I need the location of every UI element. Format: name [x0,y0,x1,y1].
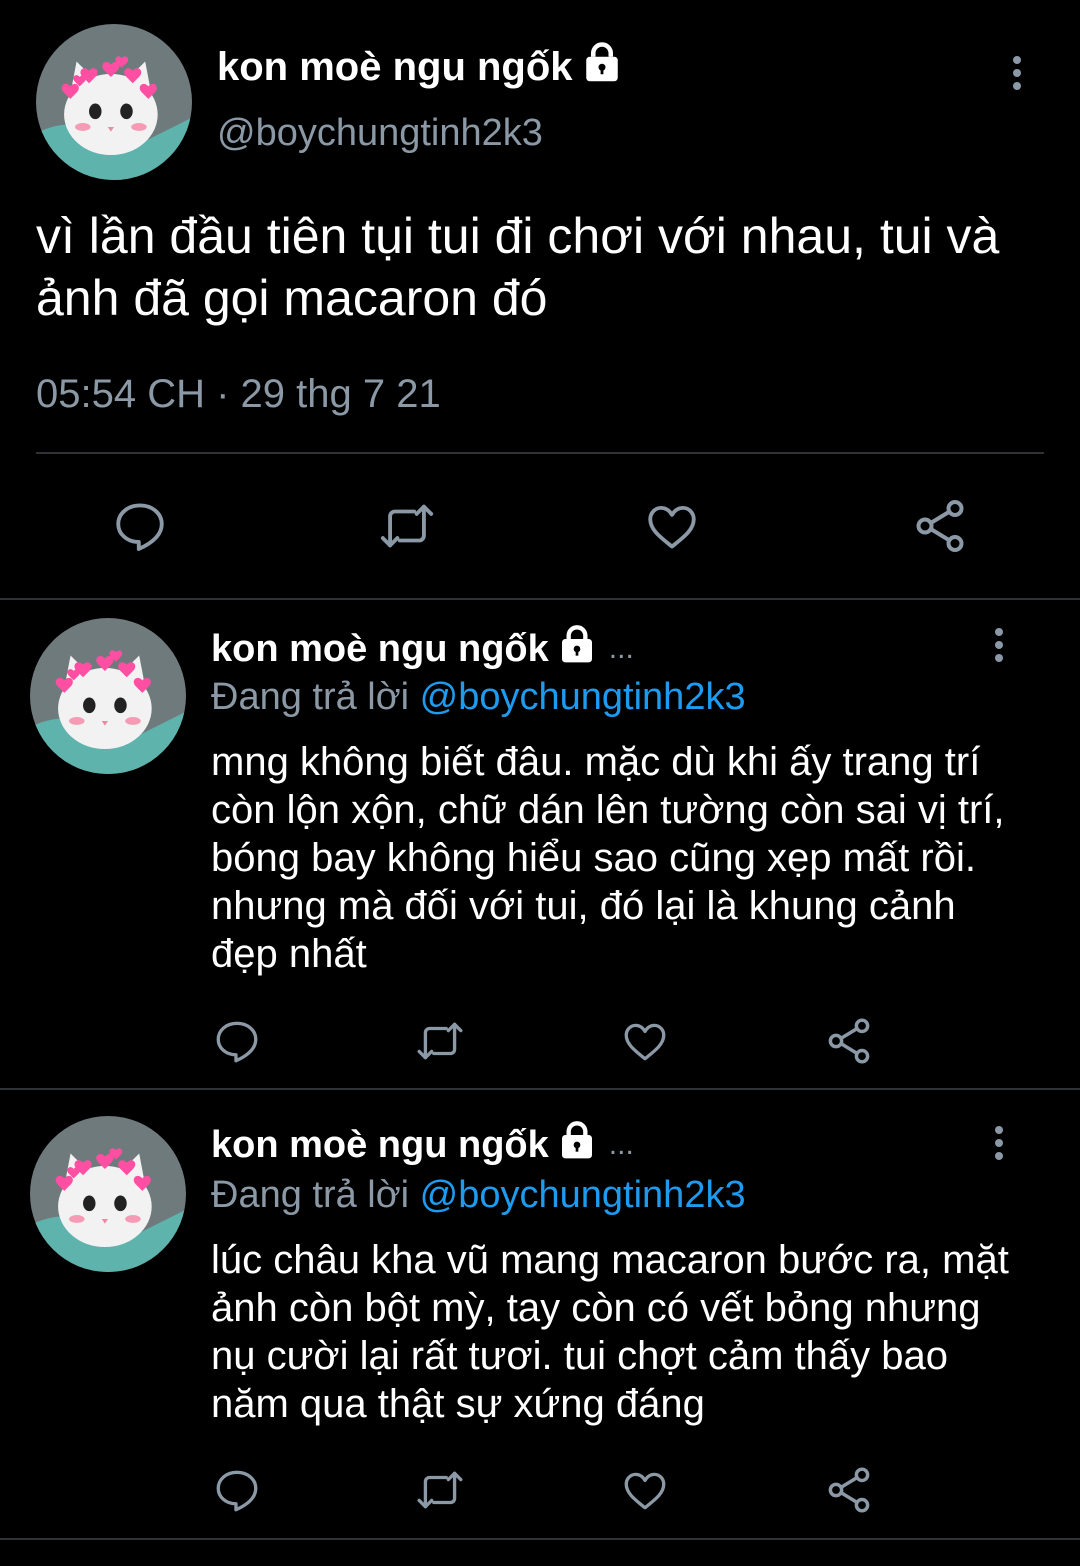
divider [0,598,1080,600]
lock-icon [557,1120,597,1170]
reply-icon [216,1021,258,1063]
retweet-icon [417,1471,463,1509]
share-button[interactable] [822,1014,876,1068]
user-handle[interactable]: @boychungtinh2k3 [217,112,543,155]
share-icon [828,1467,870,1513]
retweet-icon [380,504,434,548]
retweet-icon [417,1022,463,1060]
retweet-button[interactable] [410,1014,470,1068]
avatar[interactable] [36,24,192,180]
reply-text: mng không biết đâu. mặc dù khi ấy trang … [211,740,1005,976]
more-options-icon[interactable] [994,1126,1004,1160]
reply-button[interactable] [210,1463,264,1517]
divider [0,1538,1080,1540]
like-icon [648,505,696,549]
cat-avatar-image [36,24,192,180]
replying-prefix: Đang trả lời [211,1174,410,1216]
like-icon [624,1472,666,1510]
like-icon [624,1023,666,1061]
retweet-button[interactable] [372,494,442,558]
avatar[interactable] [30,1116,186,1272]
retweet-button[interactable] [410,1463,470,1517]
more-options-icon[interactable] [994,628,1004,662]
divider [0,1088,1080,1090]
reply-text: lúc châu kha vũ mang macaron bước ra, mặ… [211,1238,1009,1426]
avatar[interactable] [30,618,186,774]
mention-link[interactable]: @boychungtinh2k3 [420,676,746,718]
share-icon [916,500,964,552]
like-button[interactable] [618,1463,672,1517]
display-name[interactable]: kon moè ngu ngốk ... [211,1120,634,1170]
share-icon [828,1018,870,1064]
reply-button[interactable] [210,1014,264,1068]
reply-button[interactable] [108,494,172,558]
divider [36,452,1044,454]
display-name[interactable]: kon moè ngu ngốk [217,41,623,93]
lock-icon [581,41,623,93]
tweet-timestamp[interactable]: 05:54 CH · 29 thg 7 21 [36,372,441,417]
display-name-text: kon moè ngu ngốk [211,1123,549,1166]
like-button[interactable] [618,1014,672,1068]
reply-icon [216,1470,258,1512]
display-name-text: kon moè ngu ngốk [217,44,573,89]
like-button[interactable] [640,494,704,558]
share-button[interactable] [908,494,972,558]
replying-to-line: Đang trả lời @boychungtinh2k3 [211,1174,746,1217]
mention-link[interactable]: @boychungtinh2k3 [420,1174,746,1216]
cat-avatar-image [30,618,186,774]
share-button[interactable] [822,1463,876,1517]
lock-icon [557,624,597,674]
cat-avatar-image [30,1116,186,1272]
truncation-ellipsis: ... [608,632,634,665]
truncation-ellipsis: ... [608,1128,634,1161]
reply-icon [116,503,164,551]
display-name-text: kon moè ngu ngốk [211,627,549,670]
display-name[interactable]: kon moè ngu ngốk ... [211,624,634,674]
tweet-text: vì lần đầu tiên tụi tui đi chơi với nhau… [36,208,1000,326]
replying-prefix: Đang trả lời [211,676,410,718]
replying-to-line: Đang trả lời @boychungtinh2k3 [211,676,746,719]
more-options-icon[interactable] [1012,56,1022,90]
